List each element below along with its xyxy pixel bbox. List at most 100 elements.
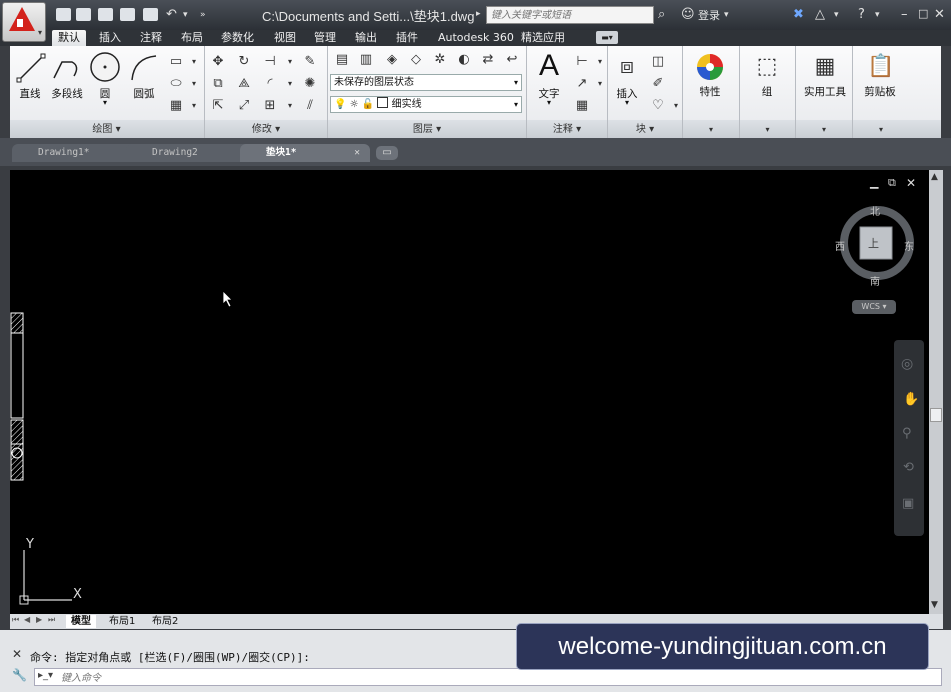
tab-plugins[interactable]: 插件 <box>390 30 424 46</box>
scale-icon[interactable]: ⤢ <box>236 98 252 114</box>
text-dropdown-icon[interactable]: ▾ <box>544 98 554 107</box>
arc-label[interactable]: 圆弧 <box>128 86 160 101</box>
copy-icon[interactable]: ⧉ <box>210 76 226 92</box>
tab-layout[interactable]: 布局 <box>175 30 209 46</box>
login-dropdown-icon[interactable]: ▾ <box>724 10 729 20</box>
group-dropdown-icon[interactable]: ▾ <box>740 122 795 138</box>
dimension-dropdown-icon[interactable]: ▾ <box>592 54 608 70</box>
properties-icon[interactable] <box>695 52 725 82</box>
tab-default[interactable]: 默认 <box>52 30 86 46</box>
draw-panel-title[interactable]: 绘图 ▾ <box>10 122 203 138</box>
doc-tab-drawing2[interactable]: Drawing2 <box>126 144 254 162</box>
autodesk-dropdown-icon[interactable]: ▾ <box>834 10 839 20</box>
tab-featured-apps[interactable]: 精选应用 <box>515 30 571 46</box>
rectangle-icon[interactable]: ▭ <box>168 54 184 70</box>
hatch-icon[interactable]: ▦ <box>168 98 184 114</box>
restore-icon[interactable]: □ <box>918 7 928 20</box>
properties-dropdown-icon[interactable]: ▾ <box>683 122 739 138</box>
table-icon[interactable]: ▦ <box>574 98 590 114</box>
group-label[interactable]: 组 <box>752 84 782 99</box>
hatch-dropdown-icon[interactable]: ▾ <box>186 98 202 114</box>
doc-tab-drawing1[interactable]: Drawing1* <box>12 144 140 162</box>
save-icon[interactable] <box>98 8 113 21</box>
viewport-minimize-icon[interactable]: ▁ <box>870 176 878 189</box>
tab-annotate[interactable]: 注释 <box>134 30 168 46</box>
command-input-field[interactable]: ▸_▾ <box>34 668 942 687</box>
layout-nav-next-icon[interactable]: ▶ <box>36 615 42 624</box>
layout-nav-last-icon[interactable]: ⏭ <box>48 615 55 625</box>
layout-nav-first-icon[interactable]: ⏮ <box>12 615 19 625</box>
calculator-icon[interactable]: ▦ <box>810 52 840 82</box>
vertical-scrollbar[interactable] <box>929 170 943 614</box>
polyline-label[interactable]: 多段线 <box>47 86 87 101</box>
tab-autodesk-360[interactable]: Autodesk 360 <box>432 30 520 46</box>
edit-block-icon[interactable]: ✐ <box>650 76 666 92</box>
layer-panel-title[interactable]: 图层 ▾ <box>328 122 526 138</box>
clipboard-icon[interactable]: 📋 <box>866 52 896 82</box>
clipboard-label[interactable]: 剪贴板 <box>858 84 902 99</box>
annotation-panel-title[interactable]: 注释 ▾ <box>527 122 607 138</box>
autodesk-icon[interactable]: △ <box>815 7 825 22</box>
application-menu-button[interactable]: ▾ <box>2 2 46 42</box>
insert-dropdown-icon[interactable]: ▾ <box>622 98 632 107</box>
utilities-label[interactable]: 实用工具 <box>798 84 852 99</box>
explode-icon[interactable]: ✺ <box>302 76 318 92</box>
array-dropdown-icon[interactable]: ▾ <box>282 98 298 114</box>
close-icon[interactable]: ✕ <box>934 7 945 22</box>
layout-nav-prev-icon[interactable]: ◀ <box>24 615 30 624</box>
help-icon[interactable]: ? <box>858 7 865 22</box>
erase-icon[interactable]: ✎ <box>302 54 318 70</box>
tab-insert[interactable]: 插入 <box>93 30 127 46</box>
layer-previous-icon[interactable]: ↩ <box>504 52 520 68</box>
scroll-down-icon[interactable]: ▼ <box>931 600 938 610</box>
trim-icon[interactable]: ⊣ <box>262 54 278 70</box>
tab-output[interactable]: 输出 <box>349 30 383 46</box>
minimize-icon[interactable]: – <box>901 7 908 22</box>
layer-off-icon[interactable]: ◐ <box>456 52 472 68</box>
leader-dropdown-icon[interactable]: ▾ <box>592 76 608 92</box>
compass-north[interactable]: 北 <box>870 203 880 218</box>
layer-unisolate-icon[interactable]: ◇ <box>408 52 424 68</box>
block-panel-title[interactable]: 块 ▾ <box>608 122 682 138</box>
compass-east[interactable]: 东 <box>904 238 914 253</box>
qat-overflow-icon[interactable]: » <box>200 10 206 20</box>
attribute-icon[interactable]: ♡ <box>650 98 666 114</box>
linear-dimension-icon[interactable]: ⊢ <box>574 54 590 70</box>
clipboard-dropdown-icon[interactable]: ▾ <box>853 122 909 138</box>
array-icon[interactable]: ⊞ <box>262 98 278 114</box>
compass-west[interactable]: 西 <box>835 238 845 253</box>
fillet-dropdown-icon[interactable]: ▾ <box>282 76 298 92</box>
help-dropdown-icon[interactable]: ▾ <box>875 10 880 20</box>
layer-state-icon[interactable]: ▥ <box>358 52 374 68</box>
line-label[interactable]: 直线 <box>14 86 46 101</box>
block-drawing[interactable] <box>8 310 26 485</box>
new-tab-button[interactable]: ▭ <box>376 146 398 160</box>
layout-tab-layout1[interactable]: 布局1 <box>104 615 140 628</box>
exchange-icon[interactable]: ✖ <box>793 7 804 22</box>
mirror-icon[interactable]: ⟁ <box>236 76 252 92</box>
ellipse-icon[interactable]: ⬭ <box>168 76 184 92</box>
properties-label[interactable]: 特性 <box>690 84 730 99</box>
current-layer-dropdown[interactable]: 💡 ☼ 🔓 细实线 ▾ <box>330 96 522 113</box>
create-block-icon[interactable]: ◫ <box>650 54 666 70</box>
layout-tab-model[interactable]: 模型 <box>66 615 96 628</box>
zoom-icon[interactable]: ⚲ <box>902 426 912 441</box>
offset-icon[interactable]: ⫽ <box>302 98 318 114</box>
close-tab-icon[interactable]: ✕ <box>354 144 360 162</box>
tab-view[interactable]: 视图 <box>268 30 302 46</box>
group-icon[interactable]: ⬚ <box>752 52 782 82</box>
ribbon-minimize-button[interactable]: ▬▾ <box>596 31 618 44</box>
search-expand-icon[interactable]: ▸ <box>476 9 481 19</box>
print-icon[interactable] <box>143 8 158 21</box>
ellipse-dropdown-icon[interactable]: ▾ <box>186 76 202 92</box>
scrollbar-thumb[interactable] <box>930 408 942 422</box>
utilities-dropdown-icon[interactable]: ▾ <box>796 122 852 138</box>
login-link[interactable]: 登录 <box>698 7 720 23</box>
drawing-canvas[interactable] <box>10 170 929 614</box>
binoculars-icon[interactable]: ⌕ <box>658 7 665 22</box>
modify-panel-title[interactable]: 修改 ▾ <box>205 122 327 138</box>
pan-icon[interactable]: ✋ <box>903 392 919 407</box>
layer-properties-icon[interactable]: ▤ <box>334 52 350 68</box>
rectangle-dropdown-icon[interactable]: ▾ <box>186 54 202 70</box>
wcs-menu[interactable]: WCS ▾ <box>852 300 896 314</box>
